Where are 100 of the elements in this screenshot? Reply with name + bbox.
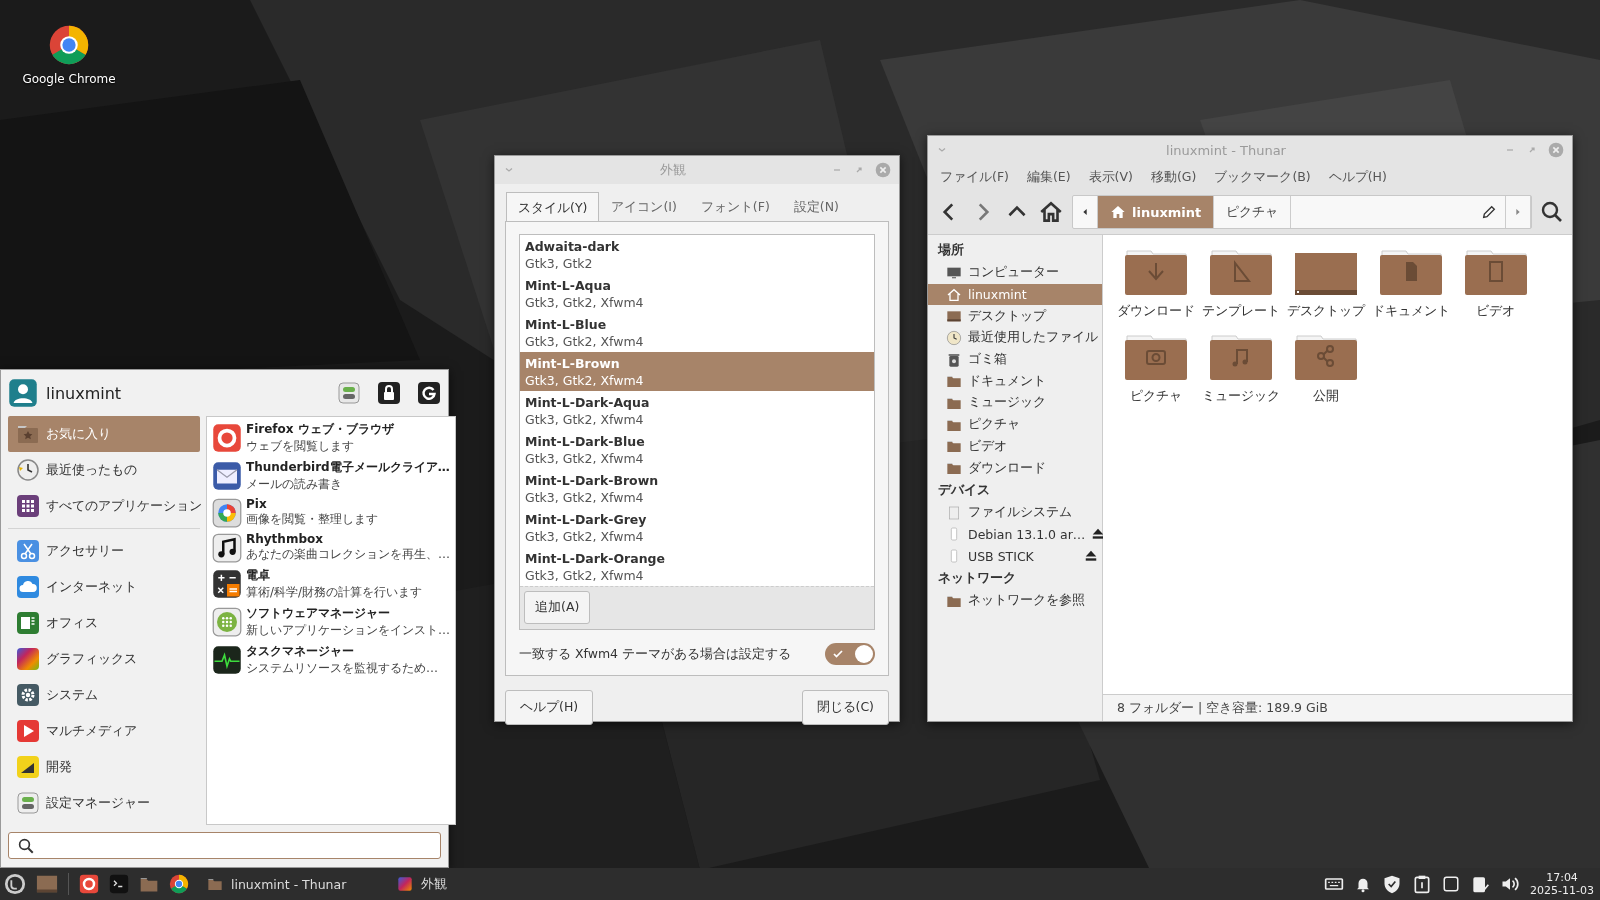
theme-row[interactable]: Adwaita-dark Gtk3, Gtk2 xyxy=(520,235,874,274)
theme-row[interactable]: Mint-L-Blue Gtk3, Gtk2, Xfwm4 xyxy=(520,313,874,352)
folder-icon xyxy=(946,438,962,455)
search-icon[interactable] xyxy=(1540,200,1564,224)
sidebar-item[interactable]: Debian 13.1.0 ar… xyxy=(928,523,1102,546)
home-icon[interactable] xyxy=(1038,199,1064,225)
menu-category[interactable]: 開発 xyxy=(8,749,200,785)
folder-icon[interactable] xyxy=(1208,334,1273,382)
file-name[interactable]: ピクチャ xyxy=(1129,388,1182,405)
app-name[interactable]: タスクマネージャー xyxy=(246,643,438,660)
sidebar-item[interactable]: 最近使用したファイル xyxy=(928,327,1102,349)
logo-icon[interactable] xyxy=(4,873,26,895)
tab[interactable]: 設定(N) xyxy=(781,192,851,221)
folder-icon[interactable] xyxy=(1123,334,1188,382)
sidebar-item[interactable]: ゴミ箱 xyxy=(928,348,1102,371)
sidebar-item[interactable]: USB STICK xyxy=(928,545,1102,567)
tab[interactable]: フォント(F) xyxy=(688,192,782,221)
desktop-icon-label[interactable]: Google Chrome xyxy=(22,72,116,86)
terminal-icon[interactable] xyxy=(109,874,129,894)
toggle-switch[interactable] xyxy=(825,643,875,665)
section-heading: 場所 xyxy=(936,241,965,259)
sidebar-item[interactable]: ドキュメント xyxy=(928,370,1102,393)
sidebar-item[interactable]: ピクチャ xyxy=(928,413,1102,436)
app-name[interactable]: ソフトウェアマネージャー xyxy=(246,605,450,622)
menu-category[interactable]: マルチメディア xyxy=(8,713,200,749)
folder-icon[interactable] xyxy=(1378,249,1443,297)
clock-date[interactable]: 2025-11-03 xyxy=(1530,884,1594,897)
menu-category[interactable]: グラフィックス xyxy=(8,641,200,677)
music-note-icon[interactable] xyxy=(212,532,242,563)
restart-icon[interactable] xyxy=(417,381,441,405)
clock-time[interactable]: 17:04 xyxy=(1546,871,1578,884)
ring-icon[interactable] xyxy=(79,874,99,894)
search-field[interactable] xyxy=(8,832,441,859)
menu-item[interactable]: ブックマーク(B) xyxy=(1206,168,1319,186)
menu-category[interactable]: 最近使ったもの xyxy=(8,452,200,488)
folder-icon[interactable] xyxy=(1208,249,1273,297)
menu-item[interactable]: 移動(G) xyxy=(1142,168,1205,186)
theme-row[interactable]: Mint-L-Dark-Grey Gtk3, Gtk2, Xfwm4 xyxy=(520,508,874,547)
calculator-icon[interactable] xyxy=(212,569,242,599)
theme-row[interactable]: Mint-L-Aqua Gtk3, Gtk2, Xfwm4 xyxy=(520,274,874,313)
sidebar-item[interactable]: ミュージック xyxy=(928,392,1102,414)
sidebar-item[interactable]: デスクトップ xyxy=(928,305,1102,328)
browser-icon[interactable] xyxy=(169,874,189,894)
file-name[interactable]: ドキュメント xyxy=(1371,303,1450,320)
tab[interactable]: アイコン(I) xyxy=(599,192,689,221)
add-button[interactable]: 追加(A) xyxy=(524,591,591,624)
theme-row[interactable]: Mint-L-Dark-Blue Gtk3, Gtk2, Xfwm4 xyxy=(520,430,874,469)
menu-category[interactable]: オフィス xyxy=(8,605,200,641)
window-icon[interactable] xyxy=(1442,875,1461,893)
app-name[interactable]: Thunderbird電子メールクライア… xyxy=(246,459,450,476)
settings-icon[interactable] xyxy=(337,381,361,405)
file-name[interactable]: ダウンロード xyxy=(1116,303,1195,320)
file-name[interactable]: ミュージック xyxy=(1201,388,1280,405)
folder-icon[interactable] xyxy=(1293,334,1358,382)
eject-icon[interactable] xyxy=(1091,527,1106,542)
app-name[interactable]: Pix xyxy=(246,497,378,511)
clipboard-check-icon[interactable] xyxy=(1470,874,1491,894)
sidebar-item[interactable]: ダウンロード xyxy=(928,457,1102,479)
app-name[interactable]: Firefox ウェブ・ブラウザ xyxy=(246,421,394,438)
menu-category[interactable]: 設定マネージャー xyxy=(8,785,200,821)
theme-row[interactable]: Mint-L-Dark-Brown Gtk3, Gtk2, Xfwm4 xyxy=(520,469,874,508)
close-button[interactable]: 閉じる(C) xyxy=(801,690,889,725)
taskbar-window-button[interactable]: 外観 xyxy=(389,870,569,898)
sidebar-item[interactable]: ネットワークを参照 xyxy=(928,589,1102,612)
pulse-icon[interactable] xyxy=(212,645,242,675)
dots-icon[interactable] xyxy=(212,607,242,637)
menu-category[interactable]: アクセサリー xyxy=(8,533,200,569)
show-desktop-icon[interactable] xyxy=(36,873,58,895)
file-name[interactable]: 公開 xyxy=(1312,388,1339,405)
menu-item[interactable]: 編集(E) xyxy=(1018,168,1079,186)
menu-category[interactable]: システム xyxy=(8,677,200,713)
tab[interactable]: スタイル(Y) xyxy=(506,192,600,222)
menu-category[interactable]: インターネット xyxy=(8,569,200,605)
sidebar-item[interactable]: ビデオ xyxy=(928,435,1102,458)
menu-item[interactable]: ファイル(F) xyxy=(932,168,1017,186)
menu-item[interactable]: ヘルプ(H) xyxy=(1320,168,1395,186)
envelope-icon[interactable] xyxy=(212,461,242,491)
browser-icon[interactable] xyxy=(48,24,90,66)
sidebar-item[interactable]: コンピューター xyxy=(928,262,1102,284)
app-name[interactable]: Rhythmbox xyxy=(246,532,450,546)
lock-icon[interactable] xyxy=(377,381,401,405)
eject-icon[interactable] xyxy=(1084,549,1098,564)
file-name[interactable]: デスクトップ xyxy=(1286,303,1365,320)
pencil-icon[interactable] xyxy=(1481,204,1497,220)
color-wheel-icon[interactable] xyxy=(212,497,242,528)
file-name[interactable]: テンプレート xyxy=(1201,303,1280,320)
shield-icon[interactable] xyxy=(1382,874,1403,894)
theme-row[interactable]: Mint-L-Dark-Aqua Gtk3, Gtk2, Xfwm4 xyxy=(520,391,874,430)
clipboard-icon[interactable] xyxy=(1412,874,1433,894)
sidebar-item[interactable]: ファイルシステム xyxy=(928,501,1102,524)
folder-icon xyxy=(946,460,962,477)
folder-icon[interactable] xyxy=(1123,249,1188,297)
taskbar-window-button[interactable]: linuxmint - Thunar xyxy=(199,870,379,898)
file-name[interactable]: ビデオ xyxy=(1476,303,1515,320)
theme-row[interactable]: Mint-L-Dark-Orange Gtk3, Gtk2, Xfwm4 xyxy=(520,547,874,586)
menu-category[interactable]: すべてのアプリケーション xyxy=(8,488,200,524)
folder-icon[interactable] xyxy=(1463,249,1528,297)
help-button[interactable]: ヘルプ(H) xyxy=(505,690,594,725)
menu-item[interactable]: 表示(V) xyxy=(1080,168,1141,186)
app-name[interactable]: 電卓 xyxy=(246,567,423,584)
